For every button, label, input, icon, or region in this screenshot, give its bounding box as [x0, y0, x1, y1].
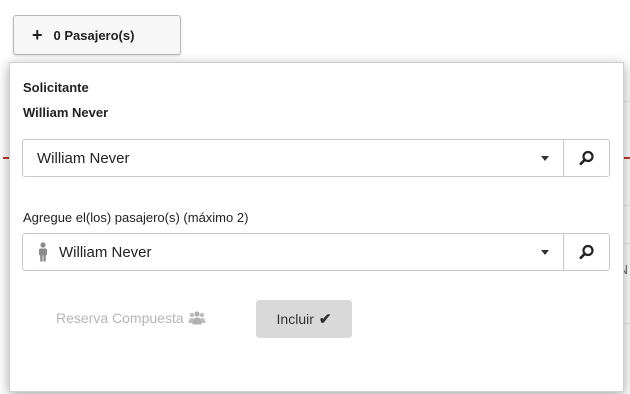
- passenger-select-value: William Never: [59, 243, 152, 261]
- requester-select[interactable]: William Never: [22, 139, 564, 177]
- plus-icon: +: [32, 25, 43, 45]
- composite-booking-link[interactable]: Reserva Compuesta: [56, 310, 206, 326]
- include-button[interactable]: Incluir ✔: [256, 300, 352, 338]
- requester-search-button[interactable]: [564, 139, 610, 177]
- passengers-panel: Solicitante William Never William Never …: [9, 62, 624, 392]
- composite-booking-label: Reserva Compuesta: [56, 310, 184, 326]
- passenger-search-button[interactable]: [564, 233, 610, 271]
- passenger-select[interactable]: William Never: [22, 233, 564, 271]
- search-icon: [578, 150, 594, 166]
- requester-heading: Solicitante: [23, 80, 89, 95]
- group-icon: [188, 311, 206, 325]
- requester-name: William Never: [23, 105, 109, 120]
- search-icon: [578, 244, 594, 260]
- page: N + 0 Pasajero(s) Solicitante William Ne…: [0, 0, 630, 394]
- requester-select-value: William Never: [37, 149, 130, 167]
- background-accent-mark: [624, 157, 630, 159]
- passengers-toggle-button[interactable]: + 0 Pasajero(s): [13, 15, 181, 55]
- person-icon: [39, 242, 47, 262]
- caret-down-icon: [541, 156, 549, 161]
- include-button-label: Incluir: [276, 311, 314, 327]
- passengers-add-label: Agregue el(los) pasajero(s) (máximo 2): [23, 210, 249, 225]
- passengers-count-label: 0 Pasajero(s): [53, 27, 135, 43]
- caret-down-icon: [541, 250, 549, 255]
- check-icon: ✔: [318, 311, 332, 328]
